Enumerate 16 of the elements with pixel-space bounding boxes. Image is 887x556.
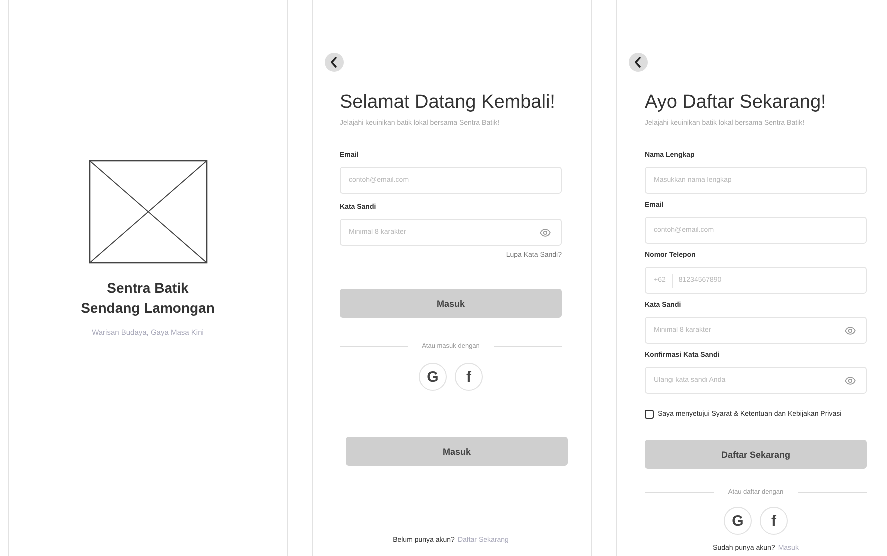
app-title: Sentra Batik Sendang Lamongan bbox=[80, 278, 216, 318]
eye-icon[interactable] bbox=[845, 377, 856, 385]
back-button[interactable] bbox=[325, 53, 344, 72]
social-login-button[interactable]: G bbox=[419, 363, 447, 391]
primary-button[interactable]: Daftar Sekarang bbox=[645, 440, 867, 469]
primary-button[interactable]: Masuk bbox=[346, 437, 568, 466]
eye-icon[interactable] bbox=[540, 229, 551, 237]
primary-button[interactable]: Masuk bbox=[340, 289, 562, 318]
checkbox[interactable] bbox=[645, 410, 654, 419]
social-login-button[interactable]: f bbox=[760, 507, 788, 535]
back-button[interactable] bbox=[629, 53, 648, 72]
page-title: Selamat Datang Kembali! bbox=[340, 92, 556, 114]
page-title: Ayo Daftar Sekarang! bbox=[645, 92, 828, 114]
eye-icon[interactable] bbox=[845, 327, 856, 335]
social-login-button[interactable]: f bbox=[455, 363, 483, 391]
social-login-button[interactable]: G bbox=[724, 507, 752, 535]
